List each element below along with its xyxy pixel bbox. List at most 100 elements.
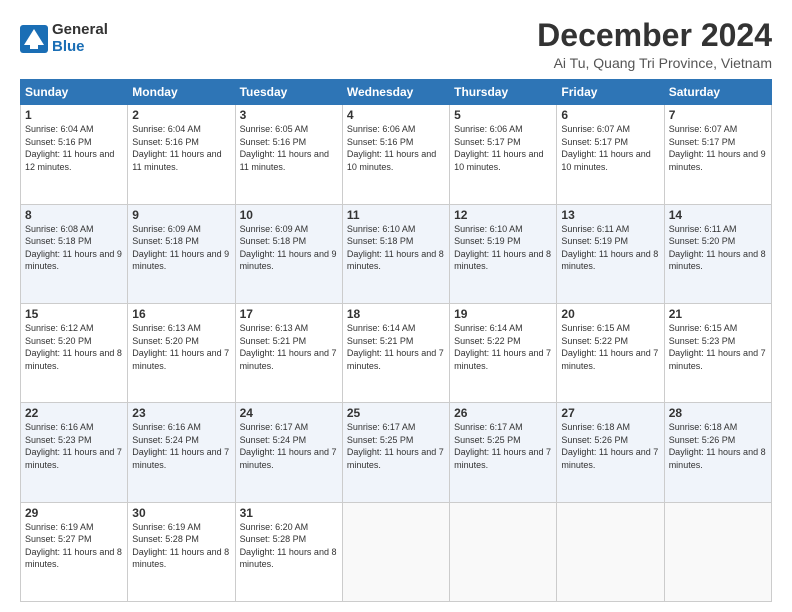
day-info: Sunrise: 6:07 AM Sunset: 5:17 PM Dayligh… <box>669 123 767 173</box>
table-row: 5 Sunrise: 6:06 AM Sunset: 5:17 PM Dayli… <box>450 105 557 204</box>
day-number: 28 <box>669 406 767 420</box>
logo-blue: Blue <box>52 39 108 56</box>
table-row: 6 Sunrise: 6:07 AM Sunset: 5:17 PM Dayli… <box>557 105 664 204</box>
day-number: 21 <box>669 307 767 321</box>
table-row: 29 Sunrise: 6:19 AM Sunset: 5:27 PM Dayl… <box>21 502 128 601</box>
empty-cell <box>450 502 557 601</box>
day-info: Sunrise: 6:08 AM Sunset: 5:18 PM Dayligh… <box>25 223 123 273</box>
day-number: 17 <box>240 307 338 321</box>
day-number: 23 <box>132 406 230 420</box>
logo: General Blue <box>20 22 108 55</box>
table-row: 15 Sunrise: 6:12 AM Sunset: 5:20 PM Dayl… <box>21 303 128 402</box>
table-row: 26 Sunrise: 6:17 AM Sunset: 5:25 PM Dayl… <box>450 403 557 502</box>
day-info: Sunrise: 6:19 AM Sunset: 5:28 PM Dayligh… <box>132 521 230 571</box>
day-info: Sunrise: 6:13 AM Sunset: 5:20 PM Dayligh… <box>132 322 230 372</box>
day-number: 7 <box>669 108 767 122</box>
table-row: 7 Sunrise: 6:07 AM Sunset: 5:17 PM Dayli… <box>664 105 771 204</box>
table-row: 3 Sunrise: 6:05 AM Sunset: 5:16 PM Dayli… <box>235 105 342 204</box>
page: General Blue December 2024 Ai Tu, Quang … <box>0 0 792 612</box>
day-number: 15 <box>25 307 123 321</box>
day-info: Sunrise: 6:17 AM Sunset: 5:25 PM Dayligh… <box>347 421 445 471</box>
day-info: Sunrise: 6:15 AM Sunset: 5:22 PM Dayligh… <box>561 322 659 372</box>
week-row: 1 Sunrise: 6:04 AM Sunset: 5:16 PM Dayli… <box>21 105 772 204</box>
day-info: Sunrise: 6:17 AM Sunset: 5:25 PM Dayligh… <box>454 421 552 471</box>
location: Ai Tu, Quang Tri Province, Vietnam <box>537 55 772 71</box>
day-info: Sunrise: 6:04 AM Sunset: 5:16 PM Dayligh… <box>132 123 230 173</box>
month-title: December 2024 <box>537 18 772 53</box>
day-number: 31 <box>240 506 338 520</box>
table-row: 31 Sunrise: 6:20 AM Sunset: 5:28 PM Dayl… <box>235 502 342 601</box>
day-info: Sunrise: 6:10 AM Sunset: 5:18 PM Dayligh… <box>347 223 445 273</box>
day-info: Sunrise: 6:15 AM Sunset: 5:23 PM Dayligh… <box>669 322 767 372</box>
week-row: 15 Sunrise: 6:12 AM Sunset: 5:20 PM Dayl… <box>21 303 772 402</box>
day-number: 6 <box>561 108 659 122</box>
day-info: Sunrise: 6:20 AM Sunset: 5:28 PM Dayligh… <box>240 521 338 571</box>
table-row: 25 Sunrise: 6:17 AM Sunset: 5:25 PM Dayl… <box>342 403 449 502</box>
col-sunday: Sunday <box>21 80 128 105</box>
day-info: Sunrise: 6:11 AM Sunset: 5:19 PM Dayligh… <box>561 223 659 273</box>
day-info: Sunrise: 6:18 AM Sunset: 5:26 PM Dayligh… <box>561 421 659 471</box>
table-row: 11 Sunrise: 6:10 AM Sunset: 5:18 PM Dayl… <box>342 204 449 303</box>
table-row: 18 Sunrise: 6:14 AM Sunset: 5:21 PM Dayl… <box>342 303 449 402</box>
week-row: 29 Sunrise: 6:19 AM Sunset: 5:27 PM Dayl… <box>21 502 772 601</box>
day-number: 8 <box>25 208 123 222</box>
day-info: Sunrise: 6:11 AM Sunset: 5:20 PM Dayligh… <box>669 223 767 273</box>
table-row: 10 Sunrise: 6:09 AM Sunset: 5:18 PM Dayl… <box>235 204 342 303</box>
table-row: 24 Sunrise: 6:17 AM Sunset: 5:24 PM Dayl… <box>235 403 342 502</box>
empty-cell <box>557 502 664 601</box>
table-row: 17 Sunrise: 6:13 AM Sunset: 5:21 PM Dayl… <box>235 303 342 402</box>
day-number: 4 <box>347 108 445 122</box>
table-row: 14 Sunrise: 6:11 AM Sunset: 5:20 PM Dayl… <box>664 204 771 303</box>
table-row: 28 Sunrise: 6:18 AM Sunset: 5:26 PM Dayl… <box>664 403 771 502</box>
table-row: 20 Sunrise: 6:15 AM Sunset: 5:22 PM Dayl… <box>557 303 664 402</box>
day-info: Sunrise: 6:12 AM Sunset: 5:20 PM Dayligh… <box>25 322 123 372</box>
table-row: 4 Sunrise: 6:06 AM Sunset: 5:16 PM Dayli… <box>342 105 449 204</box>
day-info: Sunrise: 6:09 AM Sunset: 5:18 PM Dayligh… <box>132 223 230 273</box>
day-number: 13 <box>561 208 659 222</box>
table-row: 22 Sunrise: 6:16 AM Sunset: 5:23 PM Dayl… <box>21 403 128 502</box>
day-number: 1 <box>25 108 123 122</box>
day-number: 27 <box>561 406 659 420</box>
day-info: Sunrise: 6:10 AM Sunset: 5:19 PM Dayligh… <box>454 223 552 273</box>
day-number: 10 <box>240 208 338 222</box>
col-thursday: Thursday <box>450 80 557 105</box>
day-info: Sunrise: 6:09 AM Sunset: 5:18 PM Dayligh… <box>240 223 338 273</box>
day-number: 19 <box>454 307 552 321</box>
day-number: 26 <box>454 406 552 420</box>
day-number: 18 <box>347 307 445 321</box>
title-block: December 2024 Ai Tu, Quang Tri Province,… <box>537 18 772 71</box>
day-info: Sunrise: 6:05 AM Sunset: 5:16 PM Dayligh… <box>240 123 338 173</box>
day-number: 3 <box>240 108 338 122</box>
day-number: 25 <box>347 406 445 420</box>
table-row: 23 Sunrise: 6:16 AM Sunset: 5:24 PM Dayl… <box>128 403 235 502</box>
day-info: Sunrise: 6:14 AM Sunset: 5:22 PM Dayligh… <box>454 322 552 372</box>
logo-general: General <box>52 22 108 39</box>
table-row: 12 Sunrise: 6:10 AM Sunset: 5:19 PM Dayl… <box>450 204 557 303</box>
day-info: Sunrise: 6:18 AM Sunset: 5:26 PM Dayligh… <box>669 421 767 471</box>
header-row: Sunday Monday Tuesday Wednesday Thursday… <box>21 80 772 105</box>
day-number: 11 <box>347 208 445 222</box>
day-info: Sunrise: 6:14 AM Sunset: 5:21 PM Dayligh… <box>347 322 445 372</box>
day-info: Sunrise: 6:16 AM Sunset: 5:24 PM Dayligh… <box>132 421 230 471</box>
table-row: 19 Sunrise: 6:14 AM Sunset: 5:22 PM Dayl… <box>450 303 557 402</box>
day-info: Sunrise: 6:04 AM Sunset: 5:16 PM Dayligh… <box>25 123 123 173</box>
table-row: 2 Sunrise: 6:04 AM Sunset: 5:16 PM Dayli… <box>128 105 235 204</box>
table-row: 16 Sunrise: 6:13 AM Sunset: 5:20 PM Dayl… <box>128 303 235 402</box>
week-row: 8 Sunrise: 6:08 AM Sunset: 5:18 PM Dayli… <box>21 204 772 303</box>
logo-icon <box>20 25 48 53</box>
col-friday: Friday <box>557 80 664 105</box>
col-wednesday: Wednesday <box>342 80 449 105</box>
header: General Blue December 2024 Ai Tu, Quang … <box>20 18 772 71</box>
day-number: 30 <box>132 506 230 520</box>
table-row: 30 Sunrise: 6:19 AM Sunset: 5:28 PM Dayl… <box>128 502 235 601</box>
day-number: 20 <box>561 307 659 321</box>
day-info: Sunrise: 6:07 AM Sunset: 5:17 PM Dayligh… <box>561 123 659 173</box>
empty-cell <box>342 502 449 601</box>
day-number: 14 <box>669 208 767 222</box>
day-number: 24 <box>240 406 338 420</box>
day-info: Sunrise: 6:06 AM Sunset: 5:16 PM Dayligh… <box>347 123 445 173</box>
logo-text: General Blue <box>52 22 108 55</box>
table-row: 8 Sunrise: 6:08 AM Sunset: 5:18 PM Dayli… <box>21 204 128 303</box>
calendar: Sunday Monday Tuesday Wednesday Thursday… <box>20 79 772 602</box>
day-number: 2 <box>132 108 230 122</box>
